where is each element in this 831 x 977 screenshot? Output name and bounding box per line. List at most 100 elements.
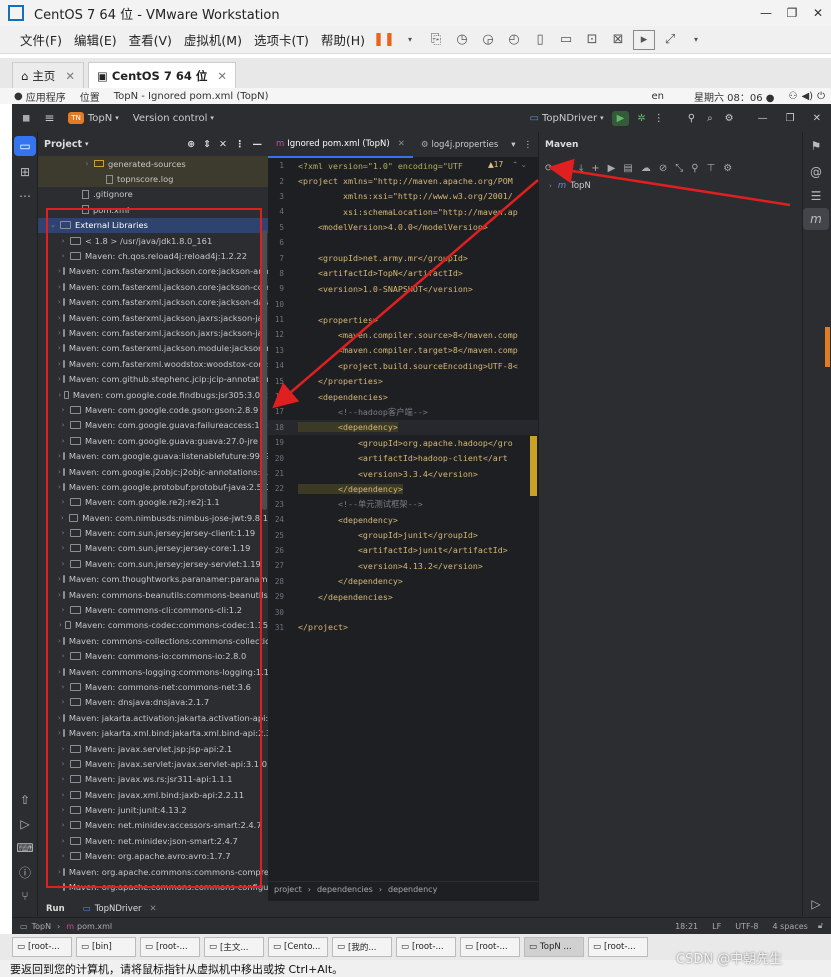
send-keys-icon[interactable]: ⎘ bbox=[425, 30, 447, 50]
code-line[interactable]: 12 <maven.compiler.source>8</maven.comp bbox=[268, 327, 538, 342]
code-line[interactable]: 29 </dependencies> bbox=[268, 589, 538, 604]
add-user-icon[interactable]: ⚲ bbox=[688, 113, 695, 124]
taskbar-item[interactable]: ▭ [root-... bbox=[140, 937, 200, 957]
add-icon[interactable]: + bbox=[591, 163, 599, 174]
indent-setting[interactable]: 4 spaces bbox=[773, 922, 808, 931]
caret-position[interactable]: 18:21 bbox=[675, 922, 698, 931]
code-line[interactable]: 25 <groupId>junit</groupId> bbox=[268, 527, 538, 542]
tree-node[interactable]: topnscore.log bbox=[38, 171, 268, 187]
code-line[interactable]: 2 <project xmlns="http://maven.apache.org… bbox=[268, 173, 538, 188]
fit-guest-icon[interactable]: ⊡ bbox=[581, 30, 603, 50]
notifications-icon[interactable]: ⚑ bbox=[803, 132, 829, 160]
taskbar-item[interactable]: ▭ [root-... bbox=[460, 937, 520, 957]
snapshot-manager-icon[interactable]: ◴ bbox=[503, 30, 525, 50]
taskbar-item[interactable]: ▭ [root-... bbox=[588, 937, 648, 957]
problems-tool-icon[interactable]: ⓘ bbox=[12, 860, 38, 884]
applications-menu[interactable]: 应用程序 bbox=[26, 89, 66, 104]
structure-tool-icon[interactable]: ⊞ bbox=[12, 160, 38, 184]
thumbnail-icon[interactable]: ▭ bbox=[555, 30, 577, 50]
pause-icon[interactable]: ❚❚ bbox=[373, 30, 395, 50]
maximize-icon[interactable]: ❐ bbox=[779, 0, 805, 26]
services-tool-icon[interactable]: ▷ bbox=[12, 812, 38, 836]
power-icon[interactable]: ⏻ bbox=[817, 91, 825, 102]
fullscreen-icon[interactable]: ⤢ bbox=[659, 30, 681, 50]
maven-project-node[interactable]: › m TopN bbox=[539, 178, 802, 194]
vcs-widget[interactable]: Version control bbox=[133, 113, 208, 124]
menu-view[interactable]: 查看(V) bbox=[123, 30, 178, 49]
search-icon[interactable]: ⌕ bbox=[707, 113, 713, 124]
expand-all-icon[interactable]: ⇕ bbox=[203, 139, 211, 150]
code-line[interactable]: 5 <modelVersion>4.0.0</modelVersion> bbox=[268, 220, 538, 235]
run-config-selector[interactable]: TopNDriver bbox=[542, 113, 597, 124]
terminal-tool-icon[interactable]: ⌨ bbox=[12, 836, 38, 860]
file-encoding[interactable]: UTF-8 bbox=[735, 922, 758, 931]
code-line[interactable]: 3 xmlns:xsi="http://www.w3.org/2001/ bbox=[268, 189, 538, 204]
close-tab-icon[interactable]: ✕ bbox=[398, 139, 405, 149]
menu-edit[interactable]: 编辑(E) bbox=[68, 30, 123, 49]
line-separator[interactable]: LF bbox=[712, 922, 721, 931]
maven-options-icon[interactable]: ⚙ bbox=[723, 163, 732, 174]
notifications-bottom-icon[interactable]: ▷ bbox=[803, 892, 829, 916]
run-config-tab[interactable]: TopNDriver bbox=[95, 904, 142, 914]
options-icon[interactable]: ⋮ bbox=[235, 139, 245, 150]
code-line[interactable]: 6 bbox=[268, 235, 538, 250]
tree-node[interactable]: › generated-sources bbox=[38, 156, 268, 172]
code-line[interactable]: 17 <!--hadoop客户端--> bbox=[268, 404, 538, 419]
tab-centos[interactable]: ▣ CentOS 7 64 位 ✕ bbox=[87, 62, 236, 88]
debug-icon[interactable]: ✲ bbox=[637, 113, 645, 124]
run-maven-icon[interactable]: ▶ bbox=[608, 163, 616, 174]
taskbar-item[interactable]: ▭ [root-... bbox=[396, 937, 456, 957]
editor-options-icon[interactable]: ⋮ bbox=[524, 140, 533, 150]
code-view[interactable]: 1 <?xml version="1.0" encoding="UTF 2 <proj… bbox=[268, 158, 538, 635]
code-line[interactable]: 7 <groupId>net.army.mr</groupId> bbox=[268, 250, 538, 265]
console-view-icon[interactable]: ▸ bbox=[633, 29, 656, 50]
code-line[interactable]: 28 </dependency> bbox=[268, 574, 538, 589]
taskbar-item[interactable]: ▭ [主文... bbox=[204, 937, 264, 957]
code-line[interactable]: 22 </dependency> bbox=[268, 481, 538, 496]
project-tool-icon[interactable]: ▭ bbox=[14, 136, 36, 156]
code-line[interactable]: 16 <dependencies> bbox=[268, 389, 538, 404]
breadcrumb-item[interactable]: dependencies bbox=[317, 885, 373, 894]
maven-settings-icon[interactable]: ▤ bbox=[623, 163, 632, 174]
collapse-all-icon[interactable]: ✕ bbox=[219, 139, 227, 150]
run-tab[interactable]: Run bbox=[46, 904, 65, 914]
database-icon[interactable]: ☰ bbox=[803, 184, 829, 208]
code-line[interactable]: 18 <dependency> bbox=[268, 419, 538, 436]
code-line[interactable]: 30 bbox=[268, 604, 538, 619]
places-menu[interactable]: 位置 bbox=[80, 89, 100, 104]
taskbar-item[interactable]: ▭ TopN ... bbox=[524, 937, 584, 957]
close-tab-icon[interactable]: ✕ bbox=[65, 69, 75, 83]
main-menu-icon[interactable]: ≡ bbox=[44, 111, 54, 125]
menu-vm[interactable]: 虚拟机(M) bbox=[178, 30, 248, 49]
code-line[interactable]: 15 </properties> bbox=[268, 373, 538, 388]
taskbar-item[interactable]: ▭ [Cento... bbox=[268, 937, 328, 957]
revert-snapshot-icon[interactable]: ◶ bbox=[477, 30, 499, 50]
toggle-offline-icon[interactable]: ☁ bbox=[641, 163, 651, 174]
more-actions-icon[interactable]: ⋮ bbox=[654, 113, 664, 124]
close-tab-icon[interactable]: ✕ bbox=[217, 69, 227, 83]
code-line[interactable]: 27 <version>4.13.2</version> bbox=[268, 558, 538, 573]
close-icon[interactable]: ✕ bbox=[805, 0, 831, 26]
minimize-ide-icon[interactable]: — bbox=[758, 113, 768, 124]
chevron-right-icon[interactable]: › bbox=[549, 182, 552, 190]
close-tab-icon[interactable]: ✕ bbox=[150, 904, 157, 914]
code-line[interactable]: 31 </project> bbox=[268, 620, 538, 635]
taskbar-item[interactable]: ▭ [bin] bbox=[76, 937, 136, 957]
sidebar-toggle-icon[interactable]: ▯ bbox=[529, 30, 551, 50]
breadcrumb-item[interactable]: project bbox=[274, 885, 302, 894]
code-line[interactable]: 24 <dependency> bbox=[268, 512, 538, 527]
menu-help[interactable]: 帮助(H) bbox=[315, 30, 371, 49]
analyze-icon[interactable]: ⊤ bbox=[707, 163, 716, 174]
code-line[interactable]: 23 <!--单元测试框架--> bbox=[268, 497, 538, 512]
more-tools-icon[interactable]: ⋯ bbox=[12, 184, 38, 208]
code-line[interactable]: 19 <groupId>org.apache.hadoop</gro bbox=[268, 435, 538, 450]
code-line[interactable]: 11 <properties> bbox=[268, 312, 538, 327]
maven-tool-icon[interactable]: m bbox=[803, 208, 829, 230]
code-line[interactable]: 9 <version>1.0-SNAPSHOT</version> bbox=[268, 281, 538, 296]
run-button[interactable]: ▶ bbox=[611, 110, 630, 126]
status-path-file[interactable]: pom.xml bbox=[77, 922, 112, 931]
code-line[interactable]: 26 <artifactId>junit</artifactId> bbox=[268, 543, 538, 558]
locate-icon[interactable]: ⊕ bbox=[187, 139, 195, 150]
git-tool-icon[interactable]: ⑂ bbox=[12, 884, 38, 908]
close-ide-icon[interactable]: ✕ bbox=[813, 113, 821, 124]
